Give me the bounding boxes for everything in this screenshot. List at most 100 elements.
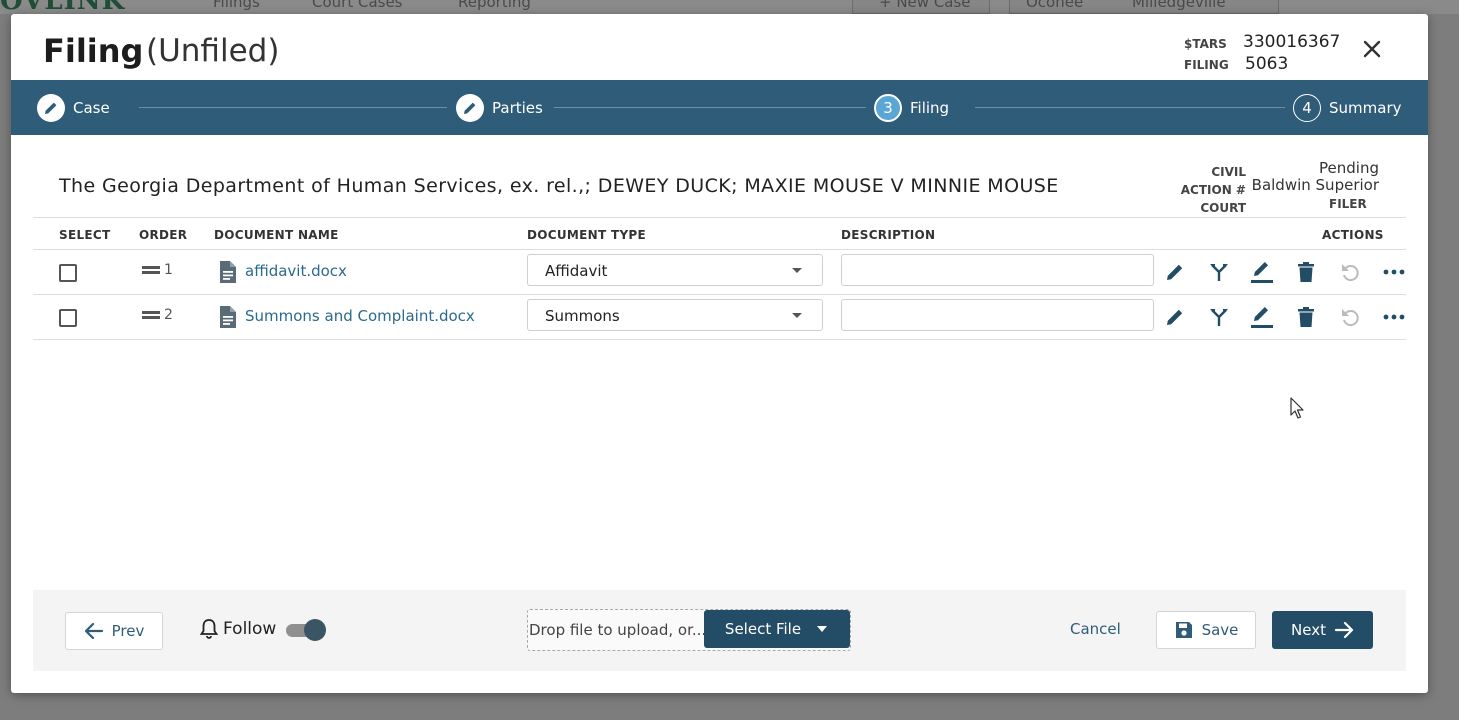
- select-file-label: Select File: [724, 620, 802, 638]
- civil-action-value: Pending: [1319, 159, 1379, 177]
- new-case-tab: + New Case: [852, 0, 990, 14]
- document-icon: [218, 305, 238, 333]
- filing-meta-values: 330016367 5063: [1243, 31, 1340, 75]
- follow-toggle[interactable]: [286, 619, 326, 641]
- drag-handle-icon: [142, 266, 160, 274]
- undo-icon[interactable]: [1337, 304, 1363, 330]
- header-select: SELECT: [59, 228, 111, 242]
- new-case-label: + New Case: [879, 0, 971, 11]
- row-select-checkbox[interactable]: [59, 309, 77, 327]
- step-parties[interactable]: Parties: [456, 93, 543, 123]
- arrow-left-icon: [84, 622, 103, 640]
- order-number: 1: [164, 262, 173, 278]
- step-case[interactable]: Case: [37, 93, 110, 123]
- header-actions: ACTIONS: [1322, 228, 1384, 242]
- location-tab: Oconee Milledgeville: [1009, 0, 1279, 14]
- trash-icon[interactable]: [1293, 259, 1319, 285]
- more-icon[interactable]: [1381, 304, 1407, 330]
- step-filing[interactable]: 3 Filing: [874, 93, 949, 123]
- description-input[interactable]: [841, 254, 1154, 286]
- nav-court-cases: Court Cases: [312, 0, 403, 11]
- case-meta-values: Pending Baldwin Superior: [1251, 160, 1379, 194]
- bell-icon: [199, 619, 219, 639]
- filing-status: (Unfiled): [146, 33, 280, 69]
- step-label: Filing: [910, 99, 950, 117]
- filing-label: FILING: [1184, 58, 1229, 72]
- sign-icon[interactable]: [1249, 259, 1275, 285]
- more-icon[interactable]: [1381, 259, 1407, 285]
- row-select-checkbox[interactable]: [59, 264, 77, 282]
- cancel-button[interactable]: Cancel: [1070, 620, 1121, 638]
- step-label: Parties: [492, 99, 543, 117]
- pencil-icon: [456, 94, 484, 122]
- order-number: 2: [164, 307, 173, 323]
- step-connector: [554, 107, 866, 108]
- caret-down-icon: [792, 268, 802, 273]
- selected-type: Affidavit: [545, 262, 608, 280]
- next-button[interactable]: Next: [1272, 611, 1373, 649]
- trash-icon[interactable]: [1293, 304, 1319, 330]
- caret-down-icon: [817, 626, 828, 632]
- court-value: Baldwin Superior: [1251, 176, 1379, 194]
- document-icon: [218, 260, 238, 288]
- drag-handle-icon: [142, 311, 160, 319]
- court-label: COURT: [1200, 201, 1246, 215]
- header-document-name: DOCUMENT NAME: [214, 228, 339, 242]
- split-icon[interactable]: [1206, 259, 1232, 285]
- split-icon[interactable]: [1206, 304, 1232, 330]
- next-label: Next: [1291, 621, 1326, 639]
- pencil-icon[interactable]: [1162, 259, 1188, 285]
- nav-filings: Filings: [213, 0, 260, 11]
- header-document-type: DOCUMENT TYPE: [527, 228, 647, 242]
- location-city: Milledgeville: [1132, 0, 1226, 11]
- save-button[interactable]: Save: [1156, 611, 1256, 649]
- dropzone-text: Drop file to upload, or...: [529, 621, 707, 639]
- stars-label: $TARS: [1184, 37, 1227, 51]
- pencil-icon[interactable]: [1162, 304, 1188, 330]
- step-summary[interactable]: 4 Summary: [1293, 93, 1402, 123]
- pencil-icon: [37, 94, 65, 122]
- table-row: 1 affidavit.docx Affidavit: [33, 250, 1406, 295]
- civil-action-label: CIVIL ACTION #: [1180, 165, 1246, 197]
- document-type-select[interactable]: Summons: [527, 299, 823, 331]
- filing-meta-labels: $TARS FILING: [1184, 34, 1229, 76]
- documents-table: SELECT ORDER DOCUMENT NAME DOCUMENT TYPE…: [33, 217, 1406, 340]
- table-header: SELECT ORDER DOCUMENT NAME DOCUMENT TYPE…: [33, 217, 1406, 250]
- step-label: Case: [73, 99, 110, 117]
- stars-value: 330016367: [1243, 32, 1341, 52]
- save-icon: [1175, 622, 1192, 638]
- document-name-link[interactable]: Summons and Complaint.docx: [245, 307, 475, 325]
- filing-modal: Filing (Unfiled) $TARS FILING 330016367 …: [11, 14, 1428, 693]
- filer-label: FILER: [1329, 197, 1367, 211]
- location-county: Oconee: [1026, 0, 1084, 11]
- step-number: 3: [874, 94, 902, 122]
- prev-label: Prev: [111, 622, 145, 640]
- header-order: ORDER: [139, 228, 188, 242]
- mouse-cursor-icon: [1290, 397, 1306, 425]
- case-meta-labels: CIVIL ACTION # COURT: [1171, 163, 1246, 217]
- header-description: DESCRIPTION: [841, 228, 936, 242]
- step-number: 4: [1293, 94, 1321, 122]
- close-icon[interactable]: [1361, 38, 1383, 60]
- drag-handle[interactable]: 2: [142, 307, 173, 323]
- description-input[interactable]: [841, 299, 1154, 331]
- document-type-select[interactable]: Affidavit: [527, 254, 823, 286]
- step-connector: [139, 107, 447, 108]
- document-name-link[interactable]: affidavit.docx: [245, 262, 347, 280]
- select-file-button[interactable]: Select File: [704, 610, 850, 648]
- toggle-knob: [304, 619, 326, 641]
- drag-handle[interactable]: 1: [142, 262, 173, 278]
- caret-down-icon: [792, 313, 802, 318]
- modal-footer: Prev Follow Drop file to upload, or... S…: [33, 590, 1406, 671]
- sign-icon[interactable]: [1249, 304, 1275, 330]
- save-label: Save: [1201, 621, 1239, 639]
- modal-header: Filing (Unfiled) $TARS FILING 330016367 …: [11, 14, 1428, 80]
- step-label: Summary: [1329, 99, 1402, 117]
- wizard-stepper: Case Parties 3 Filing 4 Summary: [11, 80, 1428, 135]
- table-row: 2 Summons and Complaint.docx Summons: [33, 295, 1406, 340]
- nav-reporting: Reporting: [458, 0, 531, 11]
- prev-button[interactable]: Prev: [65, 612, 163, 650]
- follow-control: Follow: [199, 618, 276, 640]
- undo-icon[interactable]: [1337, 259, 1363, 285]
- arrow-right-icon: [1334, 621, 1354, 639]
